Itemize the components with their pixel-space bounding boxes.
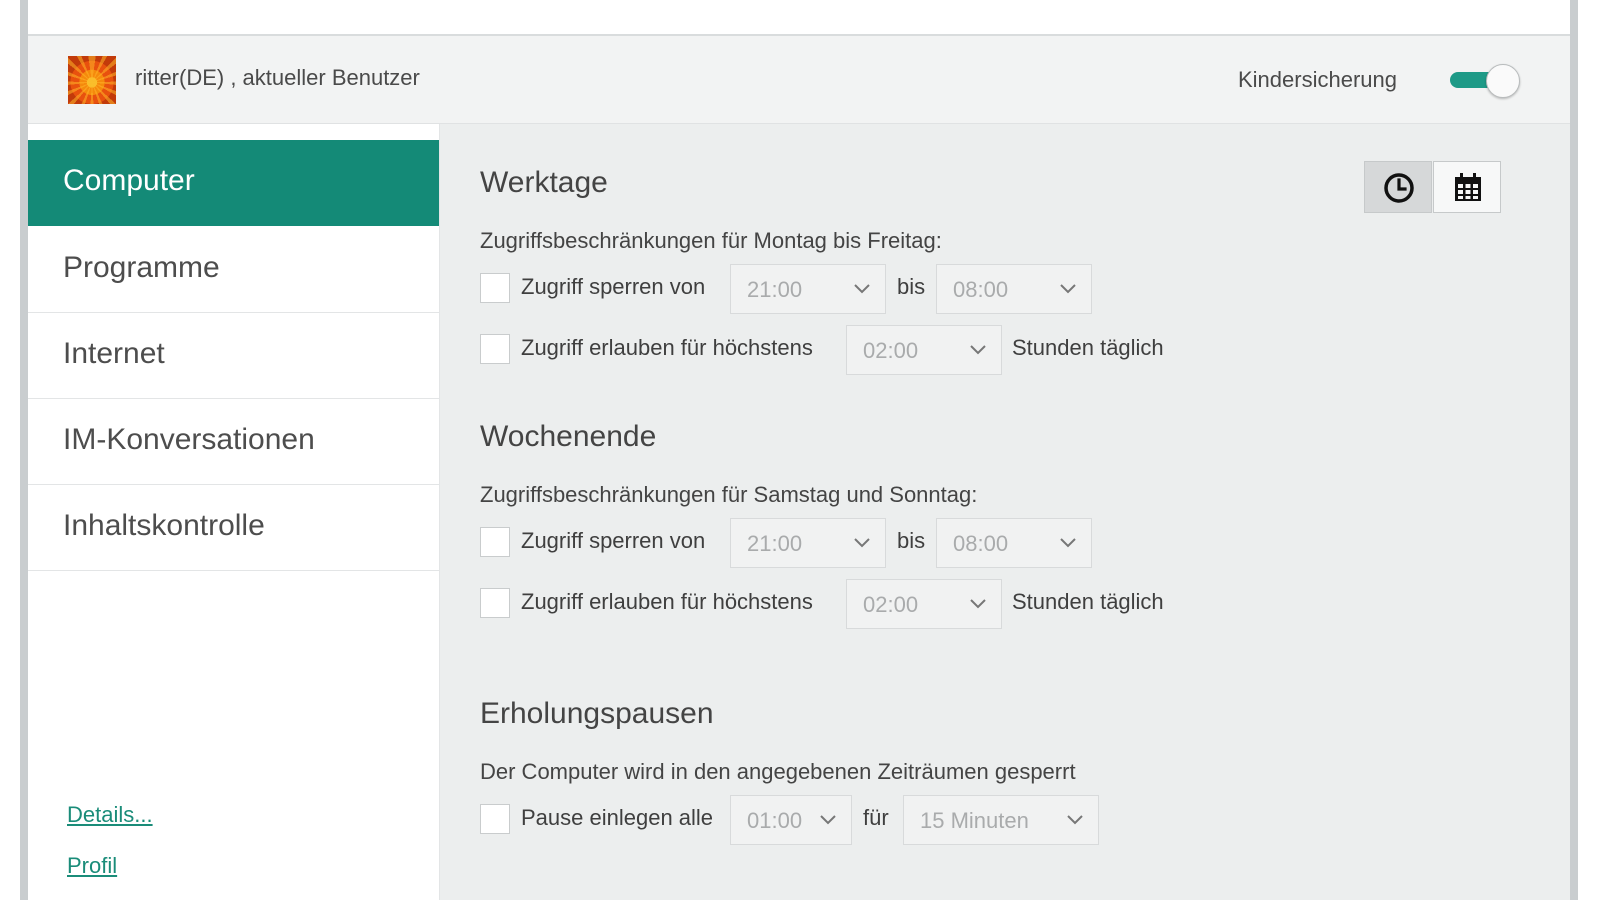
sidebar-item-inhaltskontrolle[interactable]: Inhaltskontrolle [28, 485, 439, 571]
chevron-down-icon [820, 815, 836, 825]
select-value: 21:00 [747, 277, 803, 302]
window-frame-left [0, 0, 22, 900]
select-value: 02:00 [863, 592, 919, 617]
chevron-down-icon [1060, 538, 1076, 548]
user-avatar [68, 56, 116, 104]
view-switcher [1364, 161, 1502, 213]
weekdays-allow-hours-select[interactable]: 02:00 [846, 325, 1002, 375]
weekdays-allow-label: Zugriff erlauben für höchstens [521, 335, 813, 360]
breaks-row: Pause einlegen alle 01:00 für 15 Minuten [480, 795, 1120, 845]
breaks-title: Erholungspausen [480, 697, 714, 730]
sidebar-item-label: Internet [63, 337, 165, 370]
chevron-down-icon [970, 345, 986, 355]
weekend-allow-suffix: Stunden täglich [1012, 589, 1164, 614]
weekend-allow-label: Zugriff erlauben für höchstens [521, 589, 813, 614]
select-value: 08:00 [953, 277, 1009, 302]
weekend-bis-label: bis [897, 528, 926, 553]
clock-icon [1384, 173, 1414, 203]
weekdays-description: Zugriffsbeschränkungen für Montag bis Fr… [480, 228, 942, 253]
weekdays-block-checkbox[interactable] [480, 273, 510, 303]
select-value: 15 Minuten [920, 808, 1029, 833]
weekdays-block-label: Zugriff sperren von [521, 274, 706, 299]
weekdays-block-to-select[interactable]: 08:00 [936, 264, 1092, 314]
weekend-block-row: Zugriff sperren von 21:00 bis 08:00 [480, 518, 1120, 568]
sidebar: Computer Programme Internet IM-Konversat… [28, 124, 440, 900]
weekend-allow-hours-select[interactable]: 02:00 [846, 579, 1002, 629]
chevron-down-icon [854, 284, 870, 294]
select-value: 02:00 [863, 338, 919, 363]
sidebar-item-internet[interactable]: Internet [28, 313, 439, 399]
chevron-down-icon [1060, 284, 1076, 294]
weekend-title: Wochenende [480, 420, 657, 453]
weekend-block-from-select[interactable]: 21:00 [730, 518, 886, 568]
weekdays-block-from-select[interactable]: 21:00 [730, 264, 886, 314]
select-value: 08:00 [953, 531, 1009, 556]
breaks-fuer-label: für [863, 805, 889, 830]
window-border-left [20, 0, 28, 900]
weekend-description: Zugriffsbeschränkungen für Samstag und S… [480, 482, 978, 507]
weekend-block-label: Zugriff sperren von [521, 528, 706, 553]
weekdays-allow-suffix: Stunden täglich [1012, 335, 1164, 360]
chevron-down-icon [970, 599, 986, 609]
weekdays-allow-checkbox[interactable] [480, 334, 510, 364]
calendar-icon [1455, 173, 1481, 201]
weekend-block-checkbox[interactable] [480, 527, 510, 557]
sidebar-item-programme[interactable]: Programme [28, 227, 439, 313]
parental-control-label: Kindersicherung [1238, 67, 1397, 92]
weekdays-title: Werktage [480, 166, 608, 199]
username-label: ritter(DE) , aktueller Benutzer [135, 65, 420, 90]
select-value: 21:00 [747, 531, 803, 556]
chevron-down-icon [1067, 815, 1083, 825]
breaks-description: Der Computer wird in den angegebenen Zei… [480, 759, 1076, 784]
sidebar-item-computer[interactable]: Computer [28, 140, 439, 226]
breaks-checkbox[interactable] [480, 804, 510, 834]
chevron-down-icon [854, 538, 870, 548]
sidebar-item-label: Inhaltskontrolle [63, 509, 265, 542]
breaks-duration-select[interactable]: 15 Minuten [903, 795, 1099, 845]
window-border-right [1570, 0, 1578, 900]
weekdays-allow-row: Zugriff erlauben für höchstens 02:00 Stu… [480, 325, 1200, 375]
parental-control-window: ritter(DE) , aktueller Benutzer Kindersi… [28, 0, 1570, 900]
weekend-allow-checkbox[interactable] [480, 588, 510, 618]
sidebar-item-label: Computer [63, 164, 195, 197]
window-frame-right [1578, 0, 1600, 900]
weekdays-block-row: Zugriff sperren von 21:00 bis 08:00 [480, 264, 1120, 314]
weekdays-bis-label: bis [897, 274, 926, 299]
select-value: 01:00 [747, 808, 803, 833]
breaks-label: Pause einlegen alle [521, 805, 714, 830]
toggle-knob[interactable] [1486, 64, 1520, 98]
weekend-allow-row: Zugriff erlauben für höchstens 02:00 Stu… [480, 579, 1200, 629]
sidebar-item-label: Programme [63, 251, 220, 284]
details-link[interactable]: Details... [67, 802, 153, 828]
sidebar-item-im-konversationen[interactable]: IM-Konversationen [28, 399, 439, 485]
weekend-block-to-select[interactable]: 08:00 [936, 518, 1092, 568]
sidebar-item-label: IM-Konversationen [63, 423, 315, 456]
clock-view-button[interactable] [1364, 161, 1432, 213]
calendar-view-button[interactable] [1433, 161, 1501, 213]
breaks-interval-select[interactable]: 01:00 [730, 795, 852, 845]
window-top-strip [28, 0, 1570, 36]
main-panel: Werktage Zugriffsbeschränkungen für Mont… [440, 124, 1570, 900]
profile-link[interactable]: Profil [67, 853, 117, 879]
parental-control-toggle[interactable] [1450, 64, 1520, 98]
user-header: ritter(DE) , aktueller Benutzer Kindersi… [28, 36, 1570, 124]
